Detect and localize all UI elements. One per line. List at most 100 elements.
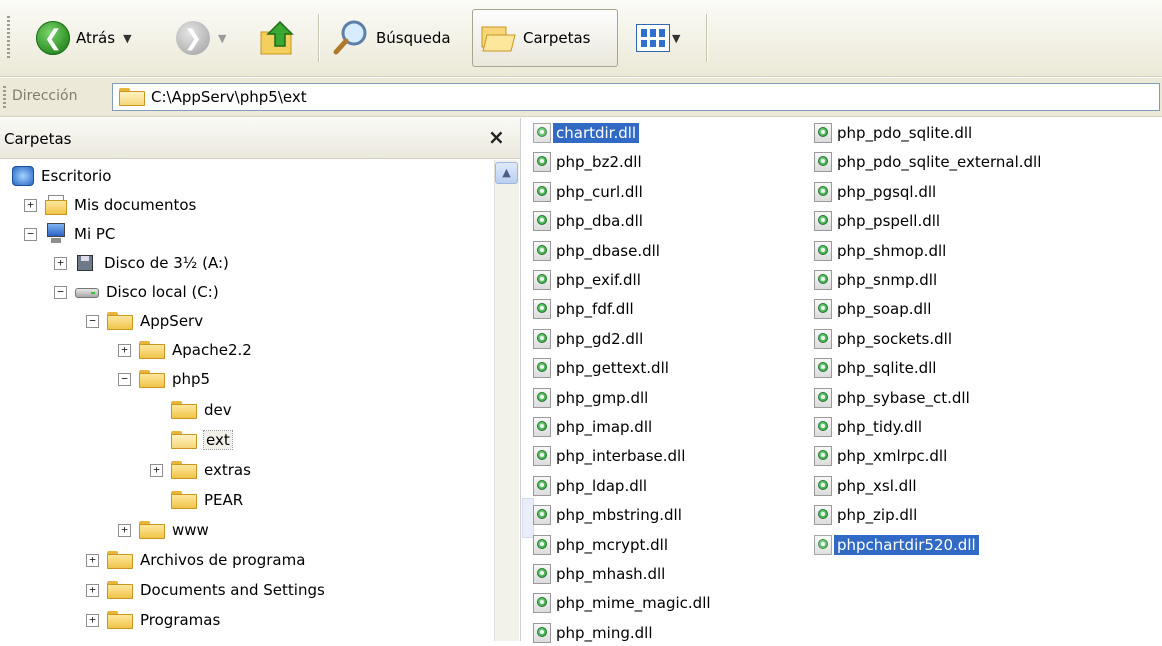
expand-icon[interactable]: + bbox=[86, 613, 99, 627]
tree-node-escritorio[interactable]: Escritorio bbox=[12, 162, 111, 190]
folder-icon bbox=[139, 521, 165, 539]
file-item[interactable]: chartdir.dll bbox=[533, 120, 640, 146]
collapse-icon[interactable]: − bbox=[54, 285, 67, 299]
file-item[interactable]: php_mhash.dll bbox=[533, 561, 668, 587]
dll-file-icon bbox=[533, 270, 551, 290]
file-name: php_soap.dll bbox=[837, 300, 932, 319]
file-item[interactable]: phpchartdir520.dll bbox=[814, 532, 979, 558]
tree-node-dev[interactable]: dev bbox=[150, 396, 232, 424]
file-item[interactable]: php_sybase_ct.dll bbox=[814, 385, 973, 411]
tree-node-apache[interactable]: + Apache2.2 bbox=[118, 336, 252, 364]
file-item[interactable]: php_mcrypt.dll bbox=[533, 532, 671, 558]
expand-icon[interactable]: + bbox=[118, 343, 131, 357]
tree-node-label: dev bbox=[204, 401, 232, 419]
file-item[interactable]: php_snmp.dll bbox=[814, 267, 940, 293]
tree-node-appserv[interactable]: − AppServ bbox=[86, 307, 203, 335]
expand-icon[interactable]: + bbox=[86, 583, 99, 597]
dll-file-icon bbox=[814, 181, 832, 202]
tree-node-floppy[interactable]: + Disco de 3½ (A:) bbox=[54, 249, 229, 277]
file-item[interactable]: php_zip.dll bbox=[814, 502, 920, 528]
file-item[interactable]: php_curl.dll bbox=[533, 179, 646, 205]
file-item[interactable]: php_pdo_sqlite.dll bbox=[814, 120, 975, 146]
expand-icon[interactable]: + bbox=[150, 463, 163, 477]
file-item[interactable]: php_pdo_sqlite_external.dll bbox=[814, 149, 1044, 175]
close-icon[interactable]: × bbox=[488, 125, 505, 149]
address-grip[interactable] bbox=[3, 86, 6, 108]
back-dropdown-icon[interactable]: ▼ bbox=[123, 32, 131, 45]
file-item[interactable]: php_ldap.dll bbox=[533, 473, 650, 499]
file-item[interactable]: php_exif.dll bbox=[533, 267, 644, 293]
tree-node-archivos-de-programa[interactable]: + Archivos de programa bbox=[86, 546, 305, 574]
file-item[interactable]: php_gmp.dll bbox=[533, 385, 651, 411]
tree-node-label: Archivos de programa bbox=[140, 551, 306, 569]
folder-icon bbox=[171, 401, 197, 419]
open-folder-icon bbox=[171, 431, 197, 449]
tree-node-extras[interactable]: + extras bbox=[150, 456, 251, 484]
folder-tree-scrollbar[interactable]: ▲ bbox=[494, 160, 519, 641]
views-dropdown-icon[interactable]: ▼ bbox=[672, 32, 680, 45]
toolbar-grip[interactable] bbox=[7, 16, 10, 60]
search-button[interactable]: Búsqueda bbox=[332, 15, 451, 61]
scroll-up-arrow-icon[interactable]: ▲ bbox=[495, 162, 518, 184]
dll-file-icon bbox=[533, 152, 551, 173]
file-item[interactable]: php_soap.dll bbox=[814, 296, 934, 322]
address-input[interactable]: C:\AppServ\php5\ext bbox=[112, 83, 1160, 111]
file-item[interactable]: php_shmop.dll bbox=[814, 238, 949, 264]
folders-button[interactable]: Carpetas bbox=[472, 9, 618, 67]
dll-file-icon bbox=[533, 328, 551, 349]
file-item[interactable]: php_imap.dll bbox=[533, 414, 655, 440]
file-item[interactable]: php_bz2.dll bbox=[533, 149, 645, 175]
file-item[interactable]: php_xsl.dll bbox=[814, 473, 920, 499]
back-button[interactable]: ❮ Atrás ▼ bbox=[36, 15, 132, 61]
tree-node-disco-local[interactable]: − Disco local (C:) bbox=[54, 278, 219, 306]
file-name: php_mhash.dll bbox=[556, 565, 666, 583]
tree-node-ext[interactable]: ext bbox=[150, 426, 233, 454]
file-name: php_snmp.dll bbox=[837, 271, 938, 289]
views-button[interactable]: ▼ bbox=[636, 15, 680, 61]
tree-node-programas[interactable]: + Programas bbox=[86, 606, 220, 634]
forward-dropdown-icon[interactable]: ▼ bbox=[218, 32, 226, 45]
file-item[interactable]: php_dba.dll bbox=[533, 208, 646, 234]
forward-button[interactable]: ❯ ▼ bbox=[176, 15, 226, 61]
dll-file-icon bbox=[533, 358, 551, 379]
tree-node-www[interactable]: + www bbox=[118, 516, 209, 544]
collapse-icon[interactable]: − bbox=[118, 372, 131, 386]
file-item[interactable]: php_gd2.dll bbox=[533, 326, 646, 352]
file-item[interactable]: php_tidy.dll bbox=[814, 414, 925, 440]
file-item[interactable]: php_mime_magic.dll bbox=[533, 590, 714, 616]
expand-icon[interactable]: + bbox=[118, 523, 131, 537]
file-name: php_dba.dll bbox=[556, 212, 643, 231]
expand-icon[interactable]: + bbox=[86, 553, 99, 567]
tree-node-php5[interactable]: − php5 bbox=[118, 365, 210, 393]
up-folder-button[interactable] bbox=[258, 15, 298, 61]
tree-node-mis-documentos[interactable]: + Mis documentos bbox=[24, 191, 196, 219]
expand-icon[interactable]: + bbox=[54, 256, 67, 270]
folders-icon bbox=[481, 26, 516, 52]
file-item[interactable]: php_ming.dll bbox=[533, 620, 655, 646]
file-item[interactable]: php_pgsql.dll bbox=[814, 179, 939, 205]
collapse-icon[interactable]: − bbox=[24, 227, 37, 241]
tree-node-documents-and-settings[interactable]: + Documents and Settings bbox=[86, 576, 325, 604]
dll-file-icon bbox=[814, 123, 832, 143]
expand-icon[interactable]: + bbox=[24, 198, 37, 212]
file-item[interactable]: php_pspell.dll bbox=[814, 208, 943, 234]
file-name: php_xsl.dll bbox=[837, 476, 917, 495]
file-item[interactable]: php_dbase.dll bbox=[533, 238, 663, 264]
file-name: php_ldap.dll bbox=[556, 476, 648, 495]
file-item[interactable]: php_gettext.dll bbox=[533, 355, 672, 381]
folder-icon bbox=[107, 581, 133, 599]
file-item[interactable]: php_mbstring.dll bbox=[533, 502, 685, 528]
tree-node-mi-pc[interactable]: − Mi PC bbox=[24, 220, 115, 248]
file-item[interactable]: php_xmlrpc.dll bbox=[814, 443, 950, 469]
file-item[interactable]: php_fdf.dll bbox=[533, 296, 637, 322]
file-name: php_dbase.dll bbox=[556, 241, 660, 260]
file-item[interactable]: php_sockets.dll bbox=[814, 326, 955, 352]
tree-node-pear[interactable]: PEAR bbox=[150, 486, 243, 514]
file-item[interactable]: php_sqlite.dll bbox=[814, 355, 939, 381]
collapse-icon[interactable]: − bbox=[86, 314, 99, 328]
my-documents-icon bbox=[45, 195, 67, 215]
dll-file-icon bbox=[533, 240, 551, 261]
dll-file-icon bbox=[814, 328, 832, 349]
file-item[interactable]: php_interbase.dll bbox=[533, 443, 688, 469]
tree-node-label: Disco de 3½ (A:) bbox=[104, 254, 229, 272]
